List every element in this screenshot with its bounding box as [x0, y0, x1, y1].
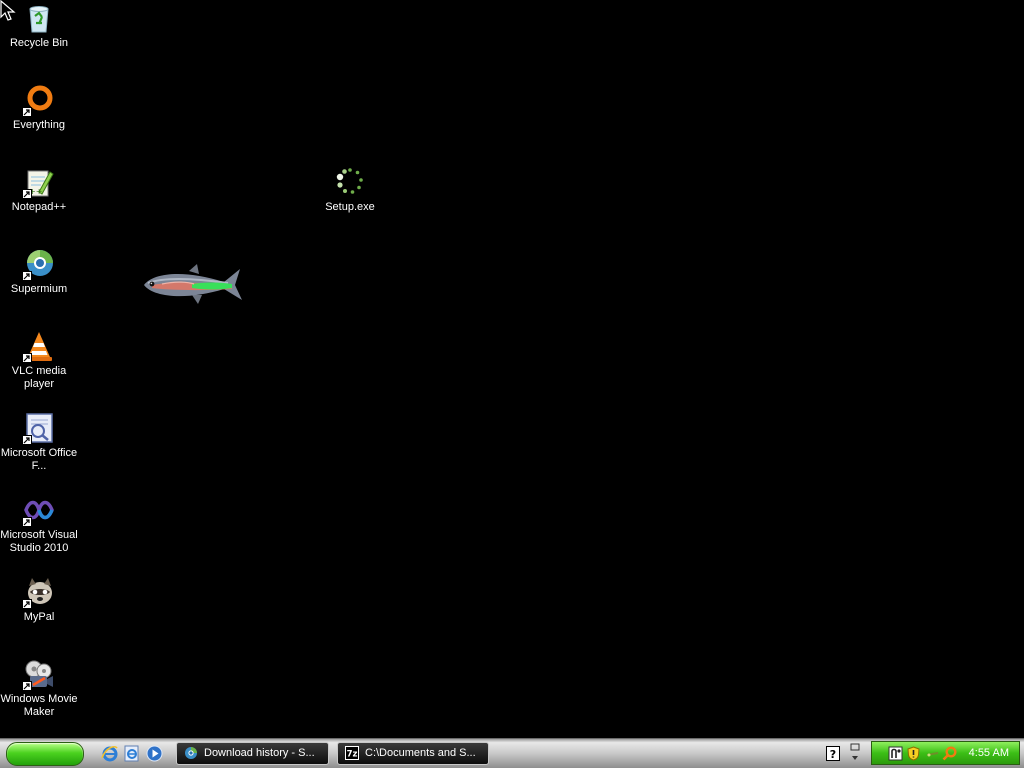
- desktop-icon-everything[interactable]: Everything: [0, 84, 78, 132]
- desktop-icon-supermium[interactable]: Supermium: [0, 248, 78, 296]
- desktop-icon-label: MyPal: [23, 611, 55, 623]
- desktop-icon-label: Microsoft Visual Studio 2010: [0, 529, 78, 554]
- desktop[interactable]: Recycle Bin Everything ++ Notepad++ Supe…: [0, 0, 1024, 738]
- desktop-icon-visual-studio[interactable]: Microsoft Visual Studio 2010: [0, 494, 78, 555]
- shortcut-arrow-icon: [22, 353, 32, 363]
- fish-icon: [144, 264, 242, 304]
- desktop-icon-label: Everything: [13, 119, 65, 131]
- notepad-plus-plus-icon: ++: [22, 166, 55, 199]
- desktop-icon-recycle-bin[interactable]: Recycle Bin: [0, 2, 78, 50]
- seven-zip-icon-text: 7z: [347, 750, 358, 760]
- shortcut-arrow-icon: [22, 517, 32, 527]
- shortcut-arrow-icon: [22, 599, 32, 609]
- recycle-bin-icon: [23, 2, 55, 34]
- system-tray: 4:55 AM: [871, 741, 1020, 765]
- shortcut-arrow-icon: [22, 189, 32, 199]
- desktop-icon-windows-movie-maker[interactable]: Windows Movie Maker: [0, 658, 78, 719]
- desktop-icon-label: Microsoft Office F...: [0, 447, 78, 472]
- desktop-icon-mypal[interactable]: MyPal: [0, 576, 78, 624]
- setup-loading-icon: [334, 166, 366, 198]
- desktop-icon-label: Setup.exe: [325, 201, 375, 213]
- desktop-icon-microsoft-office[interactable]: Microsoft Office F...: [0, 412, 78, 473]
- taskbar-button-label: Download history - S...: [204, 747, 315, 759]
- shortcut-arrow-icon: [22, 271, 32, 281]
- svg-text:?: ?: [830, 748, 836, 761]
- desktop-icon-vlc[interactable]: VLC media player: [0, 330, 78, 391]
- taskbar-button-download-history[interactable]: Download history - S...: [176, 742, 329, 765]
- clock[interactable]: 4:55 AM: [969, 742, 1009, 764]
- show-desktop-icon[interactable]: [848, 743, 862, 763]
- start-button[interactable]: [6, 742, 84, 766]
- desktop-icon-label: Recycle Bin: [9, 37, 69, 49]
- visual-studio-icon: [22, 494, 55, 527]
- shortcut-arrow-icon: [22, 435, 32, 445]
- ie-page-icon[interactable]: [123, 745, 140, 762]
- shortcut-arrow-icon: [22, 107, 32, 117]
- desktop-icon-label: VLC media player: [11, 365, 67, 390]
- office-document-icon: [22, 412, 55, 445]
- internet-explorer-icon[interactable]: [101, 745, 118, 762]
- search-tray-icon[interactable]: [942, 746, 957, 761]
- tray-tool-icon[interactable]: [925, 746, 940, 761]
- desktop-icon-label: Supermium: [10, 283, 68, 295]
- media-player-icon[interactable]: [146, 745, 163, 762]
- mypal-browser-icon: [22, 576, 55, 609]
- desktop-icon-label: Notepad++: [11, 201, 67, 213]
- everything-search-icon: [22, 84, 55, 117]
- taskbar-button-label: C:\Documents and S...: [365, 747, 476, 759]
- supermium-browser-icon: [184, 746, 198, 760]
- help-icon[interactable]: ?: [826, 746, 840, 761]
- supermium-browser-icon: [22, 248, 55, 281]
- taskbar: Download history - S... 7z C:\Documents …: [0, 738, 1024, 768]
- vlc-cone-icon: [22, 330, 55, 363]
- shortcut-arrow-icon: [22, 681, 32, 691]
- seven-zip-icon: 7z: [345, 746, 359, 760]
- taskbar-button-documents-folder[interactable]: 7z C:\Documents and S...: [337, 742, 489, 765]
- movie-maker-icon: [22, 658, 55, 691]
- desktop-icon-label: Windows Movie Maker: [0, 693, 78, 718]
- desktop-icon-setup-exe[interactable]: Setup.exe: [311, 166, 389, 214]
- security-shield-icon[interactable]: [906, 746, 921, 761]
- desktop-icon-notepad-plus-plus[interactable]: ++ Notepad++: [0, 166, 78, 214]
- network-icon[interactable]: [888, 746, 903, 761]
